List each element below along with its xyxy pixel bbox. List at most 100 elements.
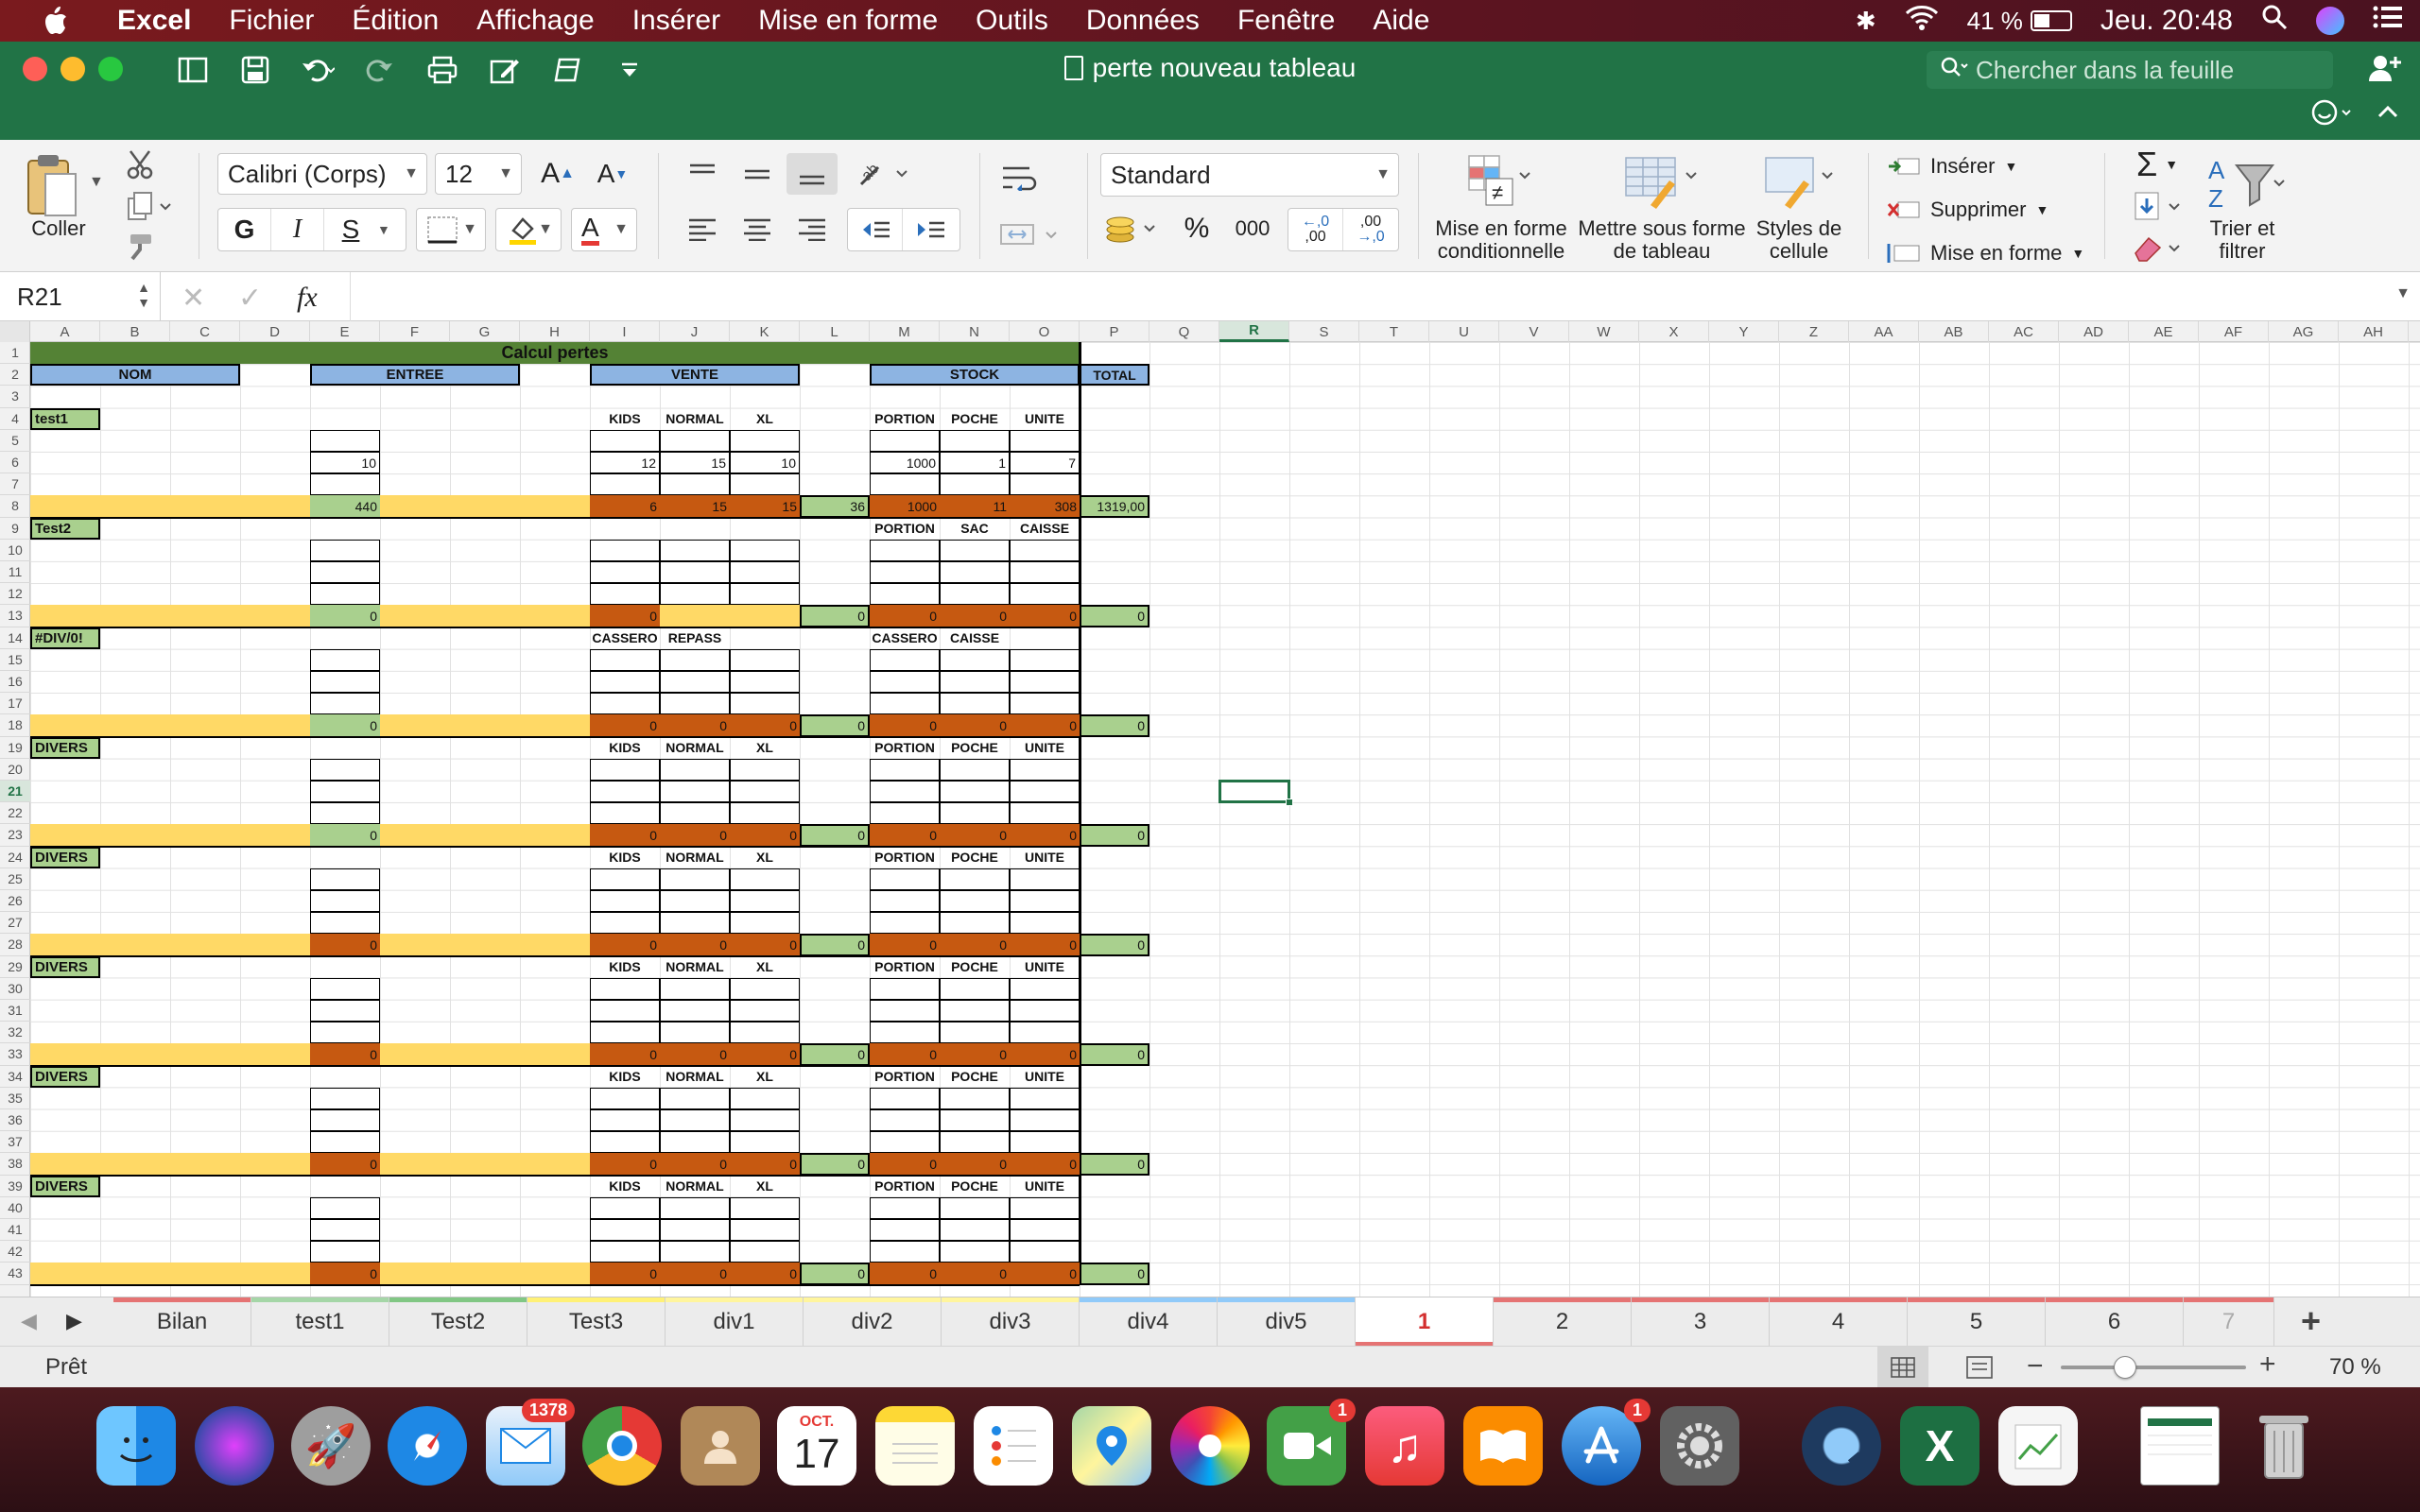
quantity-input-cell[interactable] — [940, 1241, 1010, 1263]
quantity-input-cell[interactable] — [730, 1131, 800, 1154]
number-format-dropdown[interactable]: Standard ▼ — [1100, 153, 1399, 197]
quantity-input-cell[interactable] — [660, 1131, 730, 1154]
vente-total[interactable]: 0 — [590, 714, 660, 737]
entree-input-cell[interactable] — [310, 429, 380, 452]
column-header-G[interactable]: G — [450, 321, 520, 342]
quantity-input-cell[interactable] — [730, 583, 800, 606]
column-header-AC[interactable]: AC — [1989, 321, 2059, 342]
grand-total[interactable]: 0 — [1080, 1263, 1150, 1285]
entree-input-cell[interactable] — [310, 977, 380, 1000]
sheet-tab-test2[interactable]: Test2 — [389, 1297, 527, 1347]
quantity-input-cell[interactable] — [590, 802, 660, 825]
stock-total[interactable]: 0 — [870, 824, 940, 847]
quantity-input-cell[interactable] — [730, 561, 800, 584]
quantity-input-cell[interactable] — [940, 1000, 1010, 1022]
quantity-input-cell[interactable] — [940, 1131, 1010, 1154]
quantity-input-cell[interactable] — [870, 1022, 940, 1044]
fill-down-icon[interactable] — [2127, 187, 2187, 225]
quantity-input-cell[interactable] — [660, 671, 730, 694]
quantity-input-cell[interactable] — [590, 758, 660, 781]
format-cells-button[interactable]: Mise en forme ▼ — [1887, 236, 2084, 270]
wifi-icon[interactable] — [1905, 4, 1939, 38]
quantity-input-cell[interactable] — [590, 890, 660, 913]
header-total[interactable]: TOTAL — [1080, 364, 1150, 387]
column-header-W[interactable]: W — [1569, 321, 1639, 342]
column-header-X[interactable]: X — [1639, 321, 1709, 342]
row-header-33[interactable]: 33 — [0, 1043, 30, 1066]
percent-style-button[interactable]: % — [1172, 208, 1221, 249]
column-header-A[interactable]: A — [30, 321, 100, 342]
header-entree[interactable]: ENTREE — [310, 364, 520, 387]
vente-subheader[interactable]: NORMAL — [660, 847, 730, 868]
section-label-8[interactable]: DIVERS — [30, 1175, 100, 1197]
paste-dropdown-icon[interactable]: ▼ — [89, 174, 104, 191]
row-header-20[interactable]: 20 — [0, 759, 30, 781]
row-header-8[interactable]: 8 — [0, 495, 30, 518]
stock-total[interactable]: 0 — [870, 1043, 940, 1066]
column-header-C[interactable]: C — [170, 321, 240, 342]
quantity-input-cell[interactable] — [590, 539, 660, 561]
page-layout-view-icon[interactable] — [1966, 1356, 1993, 1385]
row-header-37[interactable]: 37 — [0, 1131, 30, 1154]
entree-total[interactable]: 0 — [310, 934, 380, 956]
quantity-input-cell[interactable] — [940, 912, 1010, 935]
mail-icon[interactable]: 1378 — [486, 1399, 575, 1486]
grand-total[interactable]: 0 — [1080, 1043, 1150, 1066]
sheet-tab-div3[interactable]: div3 — [942, 1297, 1080, 1347]
row-header-34[interactable]: 34 — [0, 1066, 30, 1088]
menu-edition[interactable]: Édition — [333, 5, 458, 37]
sheet-tab-test3[interactable]: Test3 — [527, 1297, 666, 1347]
cut-icon[interactable] — [121, 147, 159, 181]
quantity-input-cell[interactable] — [660, 693, 730, 715]
screenshot-thumbnail-icon[interactable] — [2140, 1406, 2220, 1486]
text-orientation-button[interactable]: ab — [851, 153, 917, 195]
quantity-input-cell[interactable] — [940, 977, 1010, 1000]
stock-subheader[interactable]: UNITE — [1010, 847, 1080, 868]
quantity-input-cell[interactable] — [660, 539, 730, 561]
format-as-table-label[interactable]: Mettre sous forme de tableau — [1577, 217, 1747, 263]
maps-icon[interactable] — [1072, 1406, 1151, 1486]
sheet-search-box[interactable]: Chercher dans la feuille — [1927, 51, 2333, 89]
column-header-M[interactable]: M — [870, 321, 940, 342]
entree-value[interactable]: 10 — [310, 452, 380, 474]
quantity-input-cell[interactable] — [870, 561, 940, 584]
quantity-input-cell[interactable] — [730, 648, 800, 671]
quantity-input-cell[interactable] — [730, 1087, 800, 1109]
sheet-tab-4[interactable]: 4 — [1770, 1297, 1908, 1347]
cell-styles-icon[interactable] — [1754, 147, 1840, 214]
column-header-P[interactable]: P — [1080, 321, 1150, 342]
stock-total[interactable]: 0 — [940, 1153, 1010, 1176]
quantity-input-cell[interactable] — [590, 693, 660, 715]
stock-subheader[interactable]: PORTION — [870, 847, 940, 868]
header-nom[interactable]: NOM — [30, 364, 240, 387]
column-header-H[interactable]: H — [520, 321, 590, 342]
quantity-input-cell[interactable] — [590, 1219, 660, 1242]
quantity-input-cell[interactable] — [1010, 912, 1080, 935]
column-header-F[interactable]: F — [380, 321, 450, 342]
smiley-feedback-icon[interactable] — [2310, 98, 2354, 131]
vente-total[interactable] — [660, 605, 730, 627]
row-header-7[interactable]: 7 — [0, 473, 30, 496]
quantity-input-cell[interactable] — [870, 890, 940, 913]
entree-input-cell[interactable] — [310, 539, 380, 561]
entree-total[interactable]: 0 — [310, 605, 380, 627]
section-label-6[interactable]: DIVERS — [30, 955, 100, 978]
fill-color-dropdown[interactable]: ▼ — [495, 208, 562, 251]
quantity-input-cell[interactable] — [730, 912, 800, 935]
quantity-input-cell[interactable] — [1010, 1087, 1080, 1109]
quantity-input-cell[interactable] — [1010, 758, 1080, 781]
quantity-input-cell[interactable] — [730, 1109, 800, 1132]
sheet-tab-6[interactable]: 6 — [2046, 1297, 2184, 1347]
sheet-tab-2[interactable]: 2 — [1494, 1297, 1632, 1347]
font-size-dropdown[interactable]: 12 ▼ — [435, 153, 522, 195]
quantity-input-cell[interactable] — [870, 1087, 940, 1109]
underline-button[interactable]: S — [324, 209, 377, 250]
row-header-18[interactable]: 18 — [0, 714, 30, 737]
column-header-U[interactable]: U — [1429, 321, 1499, 342]
quantity-input-cell[interactable] — [590, 1022, 660, 1044]
vente-subheader[interactable]: KIDS — [590, 1176, 660, 1197]
entree-input-cell[interactable] — [310, 758, 380, 781]
stock-subheader[interactable]: POCHE — [940, 408, 1010, 430]
cell-styles-label[interactable]: Styles de cellule — [1745, 217, 1853, 263]
stock-subheader[interactable]: POCHE — [940, 956, 1010, 978]
